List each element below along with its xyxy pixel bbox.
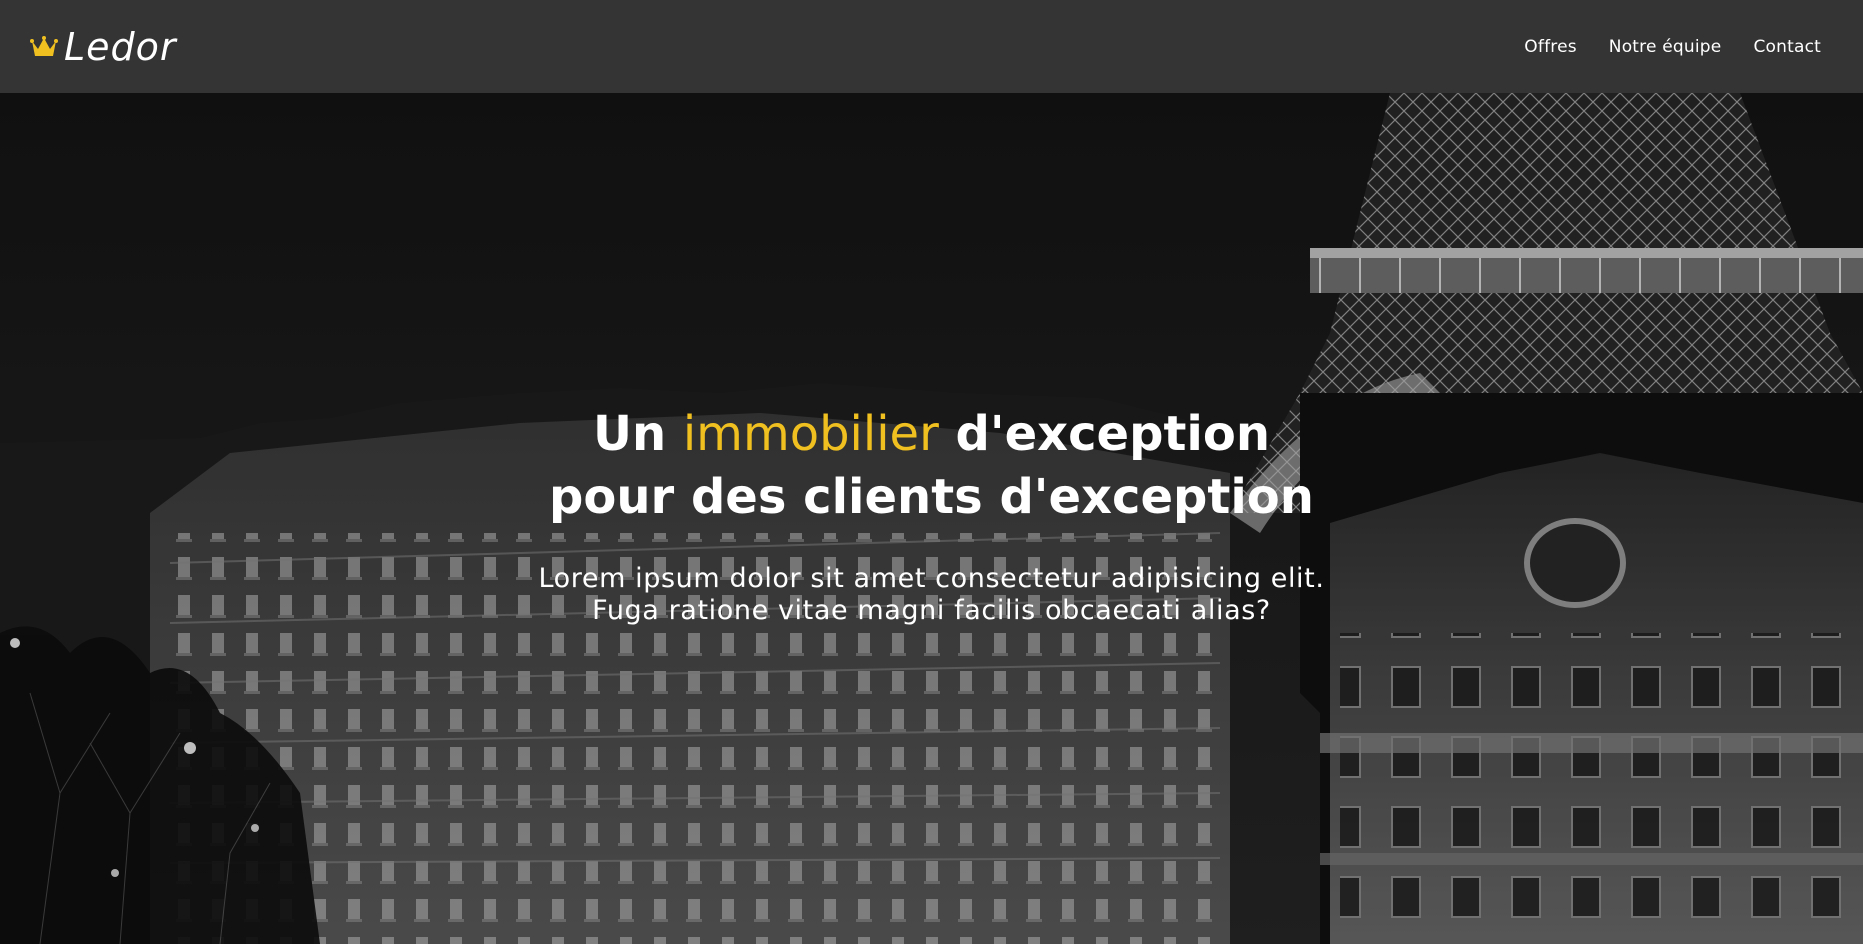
- brand-name: Ledor: [64, 24, 177, 69]
- hero-section: Un immobilier d'exception pour des clien…: [0, 93, 1863, 944]
- hero-content: Un immobilier d'exception pour des clien…: [0, 403, 1863, 627]
- main-nav: Offres Notre équipe Contact: [1524, 37, 1821, 57]
- hero-title-part1: Un: [592, 406, 683, 462]
- hero-title-part2: d'exception: [938, 406, 1271, 462]
- crown-icon: [30, 35, 58, 59]
- hero-title: Un immobilier d'exception pour des clien…: [482, 403, 1382, 529]
- nav-link-contact[interactable]: Contact: [1753, 37, 1821, 57]
- logo-link[interactable]: Ledor: [30, 28, 177, 66]
- hero-title-line2: pour des clients d'exception: [549, 469, 1314, 525]
- nav-link-offres[interactable]: Offres: [1524, 37, 1576, 57]
- hero-title-accent: immobilier: [682, 406, 939, 462]
- hero-subtitle: Lorem ipsum dolor sit amet consectetur a…: [538, 563, 1325, 626]
- top-navbar: Ledor Offres Notre équipe Contact: [0, 0, 1863, 93]
- nav-link-notre-equipe[interactable]: Notre équipe: [1609, 37, 1722, 57]
